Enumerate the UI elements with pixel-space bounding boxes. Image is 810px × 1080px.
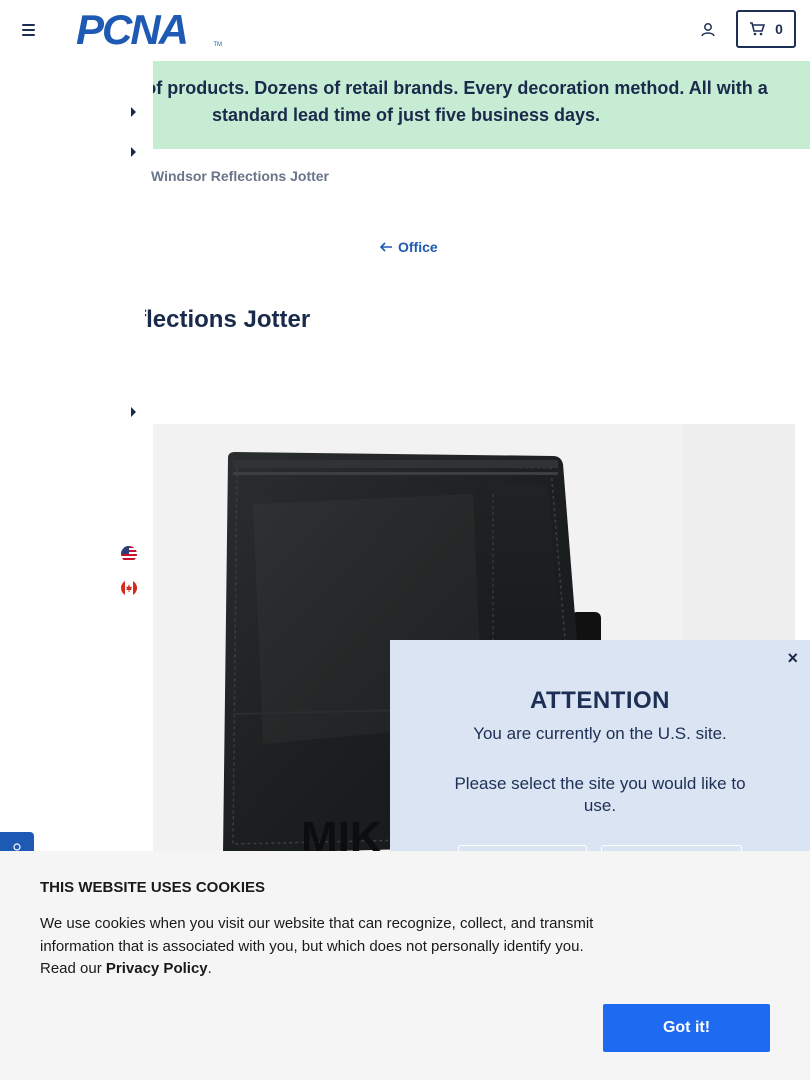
us-flag-icon[interactable] [121, 546, 137, 562]
breadcrumb-current: Windsor Reflections Jotter [151, 168, 330, 184]
cookie-text: We use cookies when you visit our websit… [40, 915, 594, 977]
arrow-left-icon [380, 242, 392, 252]
pcna-logo[interactable]: PCNA TM [76, 9, 222, 51]
modal-current-site-text: You are currently on the U.S. site. [473, 724, 727, 743]
site-header: PCNA TM 0 [0, 0, 810, 60]
caret-right-icon[interactable] [131, 147, 136, 157]
logo-text: PCNA [76, 6, 189, 53]
back-link-label: Office [398, 239, 438, 255]
user-icon[interactable] [700, 22, 716, 38]
cart-button[interactable]: 0 [736, 10, 796, 48]
modal-select-prompt: Please select the site you would like to… [454, 774, 746, 815]
cookie-banner: THIS WEBSITE USES COOKIES We use cookies… [0, 851, 810, 1080]
caret-right-icon[interactable] [131, 107, 136, 117]
promo-banner-text: Thousands of products. Dozens of retail … [153, 78, 768, 125]
cookie-title: THIS WEBSITE USES COOKIES [40, 879, 266, 896]
modal-title: ATTENTION [529, 687, 671, 714]
logo-trademark: TM [213, 42, 222, 48]
privacy-policy-link[interactable]: Privacy Policy [106, 960, 208, 977]
back-to-office-link[interactable]: Office [380, 239, 438, 255]
cart-count: 0 [775, 21, 783, 37]
canada-flag-icon[interactable] [121, 580, 137, 596]
menu-hamburger-icon[interactable] [22, 24, 35, 36]
accept-cookies-button[interactable]: Got it! [603, 1004, 770, 1052]
product-title: Windsor Reflections Jotter [5, 306, 311, 333]
caret-right-icon[interactable] [131, 407, 136, 417]
site-select-modal: × ATTENTION You are currently on the U.S… [390, 640, 810, 865]
promo-banner: Thousands of products. Dozens of retail … [153, 61, 810, 149]
cart-icon [750, 22, 766, 36]
close-icon[interactable]: × [787, 648, 798, 669]
